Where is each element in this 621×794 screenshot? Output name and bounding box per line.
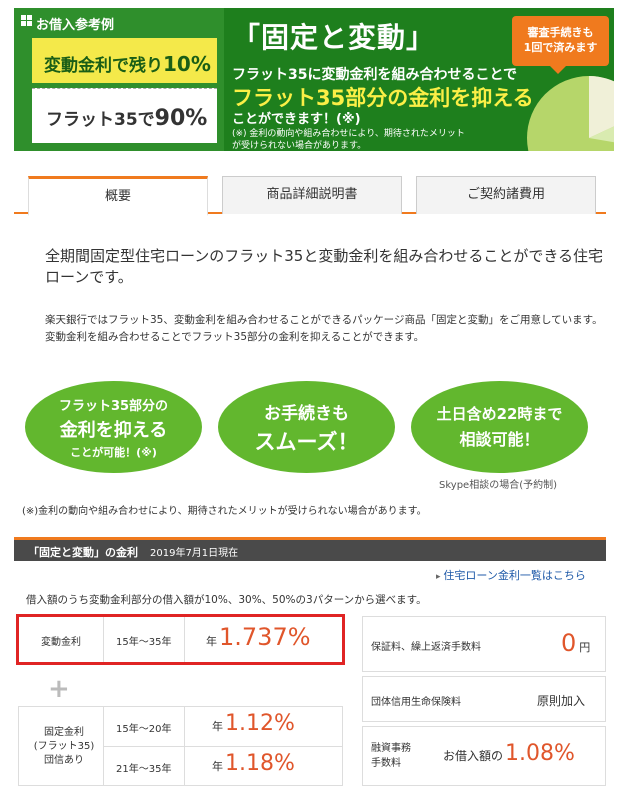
fixed-rate-label: 固定金利 (フラット35) 団信あり	[29, 726, 99, 768]
handling-fee-prefix: お借入額の	[443, 749, 504, 763]
rate-date: 2019年7月1日現在	[150, 548, 239, 559]
promo-banner: お借入参考例 変動金利で残り10% フラット35で90% 「固定と変動」 フラッ…	[14, 8, 614, 151]
rate-prefix: 年	[212, 720, 223, 733]
skype-note: Skype相談の場合(予約制)	[439, 480, 558, 491]
feature-line2: 相談可能！	[459, 430, 540, 449]
flat35-ratio-text: フラット35で	[46, 110, 155, 130]
feature-line2: スムーズ！	[254, 430, 359, 454]
guarantee-fee-value-box: 0円	[561, 629, 592, 657]
pie-chart-icon	[527, 76, 614, 151]
hero-subtitle-end: ことができます！(※)	[232, 112, 361, 127]
hero-title: 「固定と変動」	[232, 21, 436, 54]
fixed-term-2: 21年～35年	[116, 764, 172, 775]
feature-consultation-hours: 土日含め22時まで 相談可能！	[411, 381, 588, 473]
insurance-row: 団体信用生命保険料 原則加入	[362, 676, 606, 722]
single-review-tag: 審査手続きも 1回で済みます	[512, 16, 609, 74]
hero-note: (※) 金利の動向や組み合わせにより、期待されたメリットが受けられない場合があり…	[232, 129, 465, 151]
feature-line1: お手続きも	[264, 404, 349, 424]
feature-line3: ことが可能！(※)	[70, 446, 157, 459]
guarantee-fee-row: 保証料、繰上返済手数料 0円	[362, 616, 606, 672]
fixed-term-1: 15年～20年	[116, 724, 172, 735]
feature-line1: フラット35部分の	[58, 399, 169, 414]
fixed-rate-2-value: 1.18%	[225, 751, 295, 776]
yen-unit: 円	[579, 641, 591, 654]
handling-fee-value: 1.08%	[505, 741, 575, 766]
fixed-rate-1-value: 1.12%	[225, 711, 295, 736]
tab-product-details[interactable]: 商品詳細説明書	[222, 176, 402, 214]
caution-note: (※)金利の動向や組み合わせにより、期待されたメリットが受けられない場合がありま…	[22, 506, 427, 517]
feature-line2: 金利を抑える	[59, 420, 168, 441]
flat35-ratio-value: 90%	[154, 106, 208, 131]
fixed-rate-2-box: 年1.18%	[212, 751, 295, 776]
insurance-label: 団体信用生命保険料	[371, 697, 461, 708]
fixed-rate-block: 固定金利 (フラット35) 団信あり 15年～20年 年1.12% 21年～35…	[18, 706, 343, 786]
tab-overview[interactable]: 概要	[28, 176, 208, 216]
rate-prefix: 年	[212, 760, 223, 773]
feature-lower-rate: フラット35部分の 金利を抑える ことが可能！(※)	[25, 381, 202, 473]
rate-section-header: 「固定と変動」の金利 2019年7月1日現在	[14, 537, 606, 561]
handling-fee-label: 融資事務 手数料	[371, 741, 411, 771]
tab-contract-fees[interactable]: ご契約諸費用	[416, 176, 596, 214]
fixed-label-line1: 固定金利	[44, 727, 84, 738]
feature-line1: 土日含め22時まで	[436, 405, 563, 423]
product-description: 楽天銀行ではフラット35、変動金利を組み合わせることができるパッケージ商品「固定…	[45, 314, 603, 343]
fixed-rate-1-box: 年1.12%	[212, 711, 295, 736]
example-title: お借入参考例	[36, 18, 115, 33]
product-lead: 全期間固定型住宅ローンのフラット35と変動金利を組み合わせることができる住宅ロー…	[45, 247, 604, 286]
insurance-value: 原則加入	[537, 694, 586, 708]
fixed-label-line3: 団信あり	[44, 755, 84, 766]
tag-line2: 1回で済みます	[523, 41, 598, 54]
handling-fee-label2: 手数料	[371, 758, 401, 769]
handling-fee-value-box: お借入額の1.08%	[443, 741, 575, 766]
feature-smooth-process: お手続きも スムーズ！	[218, 381, 395, 473]
rate-list-link[interactable]: 住宅ローン金利一覧はこちら	[436, 567, 585, 583]
variable-ratio-box: 変動金利で残り10%	[32, 38, 217, 83]
variable-ratio-text: 変動金利で残り	[44, 56, 163, 76]
hero-subtitle: フラット35に変動金利を組み合わせることで	[232, 67, 518, 83]
plus-icon: +	[48, 674, 70, 704]
tag-line1: 審査手続きも	[527, 26, 594, 39]
grid-icon	[21, 15, 32, 26]
handling-fee-row: 融資事務 手数料 お借入額の1.08%	[362, 726, 606, 786]
guarantee-fee-label: 保証料、繰上返済手数料	[371, 642, 481, 653]
rate-description: 借入額のうち変動金利部分の借入額が10%、30%、50%の3パターンから選べます…	[26, 594, 427, 606]
variable-ratio-value: 10%	[163, 52, 211, 76]
highlight-frame	[16, 614, 345, 665]
fixed-label-line2: (フラット35)	[33, 741, 95, 752]
flat35-ratio-box: フラット35で90%	[32, 88, 217, 143]
handling-fee-label1: 融資事務	[371, 743, 411, 754]
guarantee-fee-value: 0	[561, 629, 577, 657]
rate-header-title: 「固定と変動」の金利	[28, 546, 138, 559]
tab-bar: 概要 商品詳細説明書 ご契約諸費用	[14, 176, 606, 216]
